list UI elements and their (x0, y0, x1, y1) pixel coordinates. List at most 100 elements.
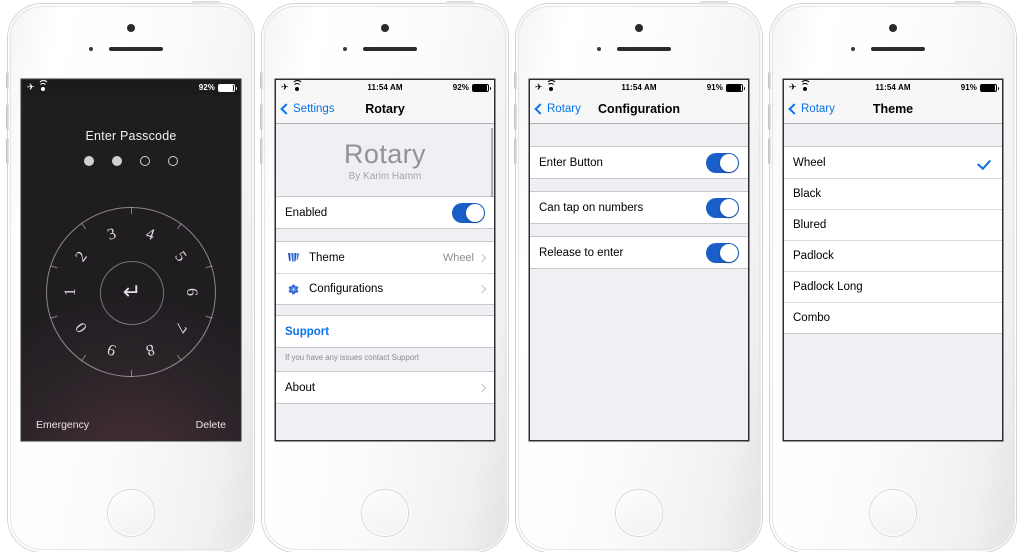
home-button[interactable] (362, 490, 408, 536)
volume-down-button[interactable] (768, 138, 771, 164)
theme-option-label: Combo (793, 312, 831, 324)
front-camera (381, 24, 389, 32)
emergency-button[interactable]: Emergency (36, 419, 89, 431)
row-support-label: Support (285, 325, 330, 338)
screen-configuration: ✈ 11:54 AM 91% Rotary Configuration Ente… (530, 80, 748, 440)
proximity-sensor (851, 47, 855, 51)
chevron-right-icon (477, 253, 487, 263)
lock-screen-actions: Emergency Delete (22, 419, 240, 431)
dial-enter-button[interactable]: ↵ (100, 261, 164, 325)
mute-switch[interactable] (6, 72, 9, 89)
status-bar: ✈ 92% (22, 80, 240, 95)
row-configurations[interactable]: Configurations (276, 273, 494, 305)
home-button[interactable] (870, 490, 916, 536)
back-button[interactable]: Rotary (534, 103, 581, 115)
volume-up-button[interactable] (260, 104, 263, 130)
theme-option-wheel[interactable]: Wheel (784, 147, 1002, 178)
back-button[interactable]: Settings (280, 103, 335, 115)
row-theme[interactable]: Theme Wheel (276, 242, 494, 274)
volume-up-button[interactable] (514, 104, 517, 130)
app-header: Rotary By Karim Hamm (276, 124, 494, 197)
battery-icon (218, 83, 237, 92)
phone-theme: ✈ 11:54 AM 91% Rotary Theme Wheel Black … (768, 1, 1016, 552)
volume-down-button[interactable] (6, 138, 9, 164)
volume-up-button[interactable] (6, 104, 9, 130)
battery-percent-label: 91% (706, 83, 723, 92)
battery-icon (980, 83, 999, 92)
front-camera (127, 24, 135, 32)
status-bar-left: ✈ (535, 80, 557, 92)
can-tap-on-numbers-toggle[interactable] (706, 197, 739, 218)
row-enter-button[interactable]: Enter Button (530, 147, 748, 178)
mute-switch[interactable] (260, 72, 263, 89)
row-can-tap-on-numbers[interactable]: Can tap on numbers (530, 192, 748, 223)
volume-up-button[interactable] (768, 104, 771, 130)
proximity-sensor (343, 47, 347, 51)
rotary-dial[interactable]: 0123456789 ↵ (46, 207, 216, 377)
status-bar-right: 92% (198, 83, 237, 92)
configuration-table[interactable]: Enter Button Can tap on numbers Release … (530, 124, 748, 440)
phone-configuration: ✈ 11:54 AM 91% Rotary Configuration Ente… (514, 1, 762, 552)
volume-down-button[interactable] (514, 138, 517, 164)
row-support[interactable]: Support (276, 316, 494, 348)
status-bar-left: ✈ (27, 80, 49, 92)
theme-option-padlock-long[interactable]: Padlock Long (784, 271, 1002, 302)
battery-percent-label: 92% (198, 83, 215, 92)
support-group: Support (276, 315, 494, 349)
row-enabled-label: Enabled (285, 206, 328, 219)
power-button[interactable] (192, 1, 220, 5)
enter-button-toggle[interactable] (706, 152, 739, 173)
row-about[interactable]: About (276, 372, 494, 404)
theme-option-label: Black (793, 188, 822, 200)
release-to-enter-toggle[interactable] (706, 242, 739, 263)
screen-theme: ✈ 11:54 AM 91% Rotary Theme Wheel Black … (784, 80, 1002, 440)
lock-screen: Enter Passcode 0123456789 ↵ Emergency De… (22, 95, 240, 440)
mute-switch[interactable] (514, 72, 517, 89)
battery-percent-label: 91% (960, 83, 977, 92)
theme-option-label: Blured (793, 219, 827, 231)
home-button[interactable] (616, 490, 662, 536)
battery-percent-label: 92% (452, 83, 469, 92)
theme-option-combo[interactable]: Combo (784, 302, 1002, 333)
home-button[interactable] (108, 490, 154, 536)
row-can-tap-on-numbers-label: Can tap on numbers (539, 201, 644, 214)
back-button[interactable]: Rotary (788, 103, 835, 115)
battery-icon (472, 83, 491, 92)
navigation-bar: Rotary Configuration (530, 95, 748, 124)
row-configurations-label: Configurations (309, 283, 384, 296)
passcode-dot (112, 156, 122, 166)
theme-option-padlock[interactable]: Padlock (784, 240, 1002, 271)
status-bar-right: 91% (960, 83, 999, 92)
navigation-bar: Rotary Theme (784, 95, 1002, 124)
enabled-toggle[interactable] (452, 202, 485, 223)
power-button[interactable] (446, 1, 474, 5)
wifi-icon (37, 80, 49, 91)
theme-option-black[interactable]: Black (784, 178, 1002, 209)
delete-button[interactable]: Delete (196, 419, 226, 431)
enter-passcode-label: Enter Passcode (85, 129, 177, 143)
row-enabled[interactable]: Enabled (276, 197, 494, 229)
screen-rotary-settings: ✈ 11:54 AM 92% Settings Rotary Rotary By… (276, 80, 494, 440)
status-bar-left: ✈ (281, 80, 303, 92)
passcode-dots (22, 156, 240, 166)
group-gap (276, 305, 494, 315)
status-bar-right: 92% (452, 83, 491, 92)
passcode-dot (140, 156, 150, 166)
earpiece-speaker (617, 47, 671, 51)
theme-table[interactable]: Wheel Black Blured Padlock Padlock Long (784, 124, 1002, 440)
theme-option-blured[interactable]: Blured (784, 209, 1002, 240)
row-release-to-enter[interactable]: Release to enter (530, 237, 748, 268)
chevron-right-icon (477, 383, 487, 392)
proximity-sensor (597, 47, 601, 51)
airplane-icon: ✈ (27, 82, 35, 92)
chevron-right-icon (477, 285, 487, 294)
volume-down-button[interactable] (260, 138, 263, 164)
screen-lockscreen: ✈ 92% Enter Passcode 0 1 2 3 4 5 6 7 8 9… (22, 80, 240, 440)
power-button[interactable] (954, 1, 982, 5)
power-button[interactable] (700, 1, 728, 5)
navigation-bar: Settings Rotary (276, 95, 494, 124)
settings-table[interactable]: Rotary By Karim Hamm Enabled Theme Wheel… (276, 124, 494, 440)
mute-switch[interactable] (768, 72, 771, 89)
phone-gallery: ✈ 92% Enter Passcode 0 1 2 3 4 5 6 7 8 9… (0, 0, 1024, 552)
status-bar: ✈ 11:54 AM 91% (530, 80, 748, 95)
